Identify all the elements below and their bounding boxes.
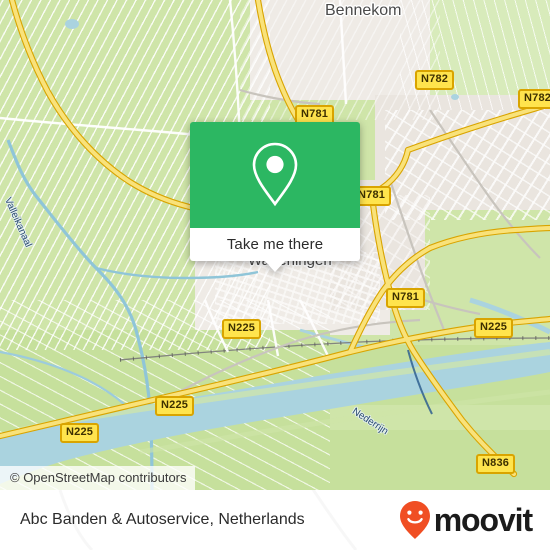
map-pin-icon bbox=[252, 142, 298, 207]
page-title: Abc Banden & Autoservice, Netherlands bbox=[20, 511, 305, 528]
road-shield-n225: N225 bbox=[60, 423, 100, 443]
road-shield-n782: N782 bbox=[518, 89, 550, 109]
footer-bar: Abc Banden & Autoservice, Netherlands mo… bbox=[0, 490, 550, 550]
map-water-pond-nw bbox=[65, 19, 79, 29]
moovit-wordmark: moovit bbox=[433, 502, 533, 538]
take-me-there-label: Take me there bbox=[226, 236, 324, 253]
road-shield-n225: N225 bbox=[222, 319, 262, 339]
map-canvas[interactable]: N781 N782 N782 N781 N781 N225 N225 N225 N225 N836… bbox=[0, 0, 550, 490]
road-shield-n225: N225 bbox=[155, 396, 195, 416]
moovit-logo[interactable]: moovit bbox=[398, 500, 533, 540]
road-shield-n782: N782 bbox=[415, 70, 455, 90]
screenshot-root: N781 N782 N782 N781 N781 N225 N225 N225 N225 N836… bbox=[0, 0, 550, 550]
map-water-island-1 bbox=[19, 349, 550, 433]
location-popup-card[interactable]: Take me there bbox=[190, 122, 360, 272]
popup-pointer-tail bbox=[264, 260, 286, 272]
road-shield-n225: N225 bbox=[474, 318, 514, 338]
popup-image-area bbox=[190, 122, 360, 228]
map-water-pond-ne bbox=[451, 94, 459, 100]
map-attribution[interactable]: © OpenStreetMap contributors bbox=[0, 466, 195, 490]
popup-action-bar[interactable]: Take me there bbox=[190, 228, 360, 272]
map-water-ditch-sw bbox=[0, 350, 125, 405]
road-shield-n836: N836 bbox=[476, 454, 516, 474]
map-water-branch bbox=[95, 266, 259, 280]
moovit-pin-smiley-icon bbox=[399, 501, 430, 539]
place-label-bennekom: Bennekom bbox=[325, 2, 402, 19]
road-shield-n781: N781 bbox=[386, 288, 426, 308]
